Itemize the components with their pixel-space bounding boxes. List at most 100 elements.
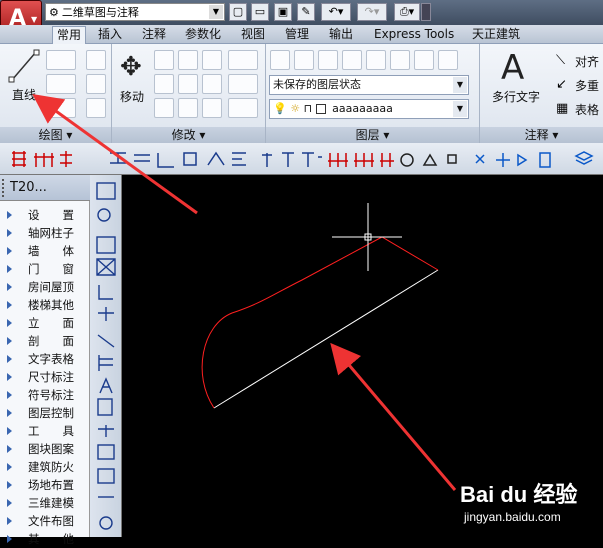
menu-item-file-layout[interactable]: 文件布图	[0, 512, 90, 530]
polyline-icon	[98, 285, 113, 300]
layer-state-dropdown[interactable]: 未保存的图层状态 ▼	[269, 75, 469, 95]
multileader-icon[interactable]: ↙	[556, 77, 567, 92]
menu-item-3d-modeling[interactable]: 三维建模	[0, 494, 90, 512]
table-icon[interactable]: ▦	[556, 101, 568, 116]
arc-icon[interactable]	[46, 98, 76, 118]
ribbon: 直线 绘图 ▾ ✥ 移动 修改 ▾ 未保存的图层状态 ▼ 💡 ☼ ⊓ aaaaa…	[0, 44, 603, 143]
menu-item-rooms-roofs[interactable]: 房间屋顶	[0, 278, 90, 296]
menu-item-stairs-other[interactable]: 楼梯其他	[0, 296, 90, 314]
tab-tianzheng[interactable]: 天正建筑	[468, 26, 524, 44]
fillet-icon[interactable]	[228, 50, 258, 70]
open-file-icon[interactable]: ▭	[251, 3, 269, 21]
pan-icon	[496, 153, 510, 167]
layer-dropdown[interactable]: 💡 ☼ ⊓ aaaaaaaaa ▼	[269, 99, 469, 119]
layer-isolate-icon[interactable]	[366, 50, 386, 70]
tab-home[interactable]: 常用	[52, 26, 87, 44]
layers-panel-label[interactable]: 图层 ▾	[266, 127, 479, 143]
quick-access-more-icon[interactable]	[421, 3, 431, 21]
undo-icon[interactable]: ↶▾	[321, 3, 351, 21]
label-icon	[282, 152, 294, 167]
rectangle-icon[interactable]	[86, 50, 106, 70]
multileader-label[interactable]: 多重	[575, 77, 599, 94]
drawing-canvas[interactable]: Bai du 经验 jingyan.baidu.com	[122, 175, 603, 537]
move-label[interactable]: 移动	[120, 88, 144, 105]
line-icon	[97, 334, 115, 348]
menu-item-symbols[interactable]: 符号标注	[0, 386, 90, 404]
chamfer-icon[interactable]	[228, 98, 258, 118]
circle-icon[interactable]	[46, 74, 76, 94]
copy-icon[interactable]	[154, 74, 174, 94]
layer-previous-icon[interactable]	[318, 50, 338, 70]
menu-item-layer-control[interactable]: 图层控制	[0, 404, 90, 422]
menu-item-other[interactable]: 其 他	[0, 530, 90, 548]
menu-item-site-layout[interactable]: 场地布置	[0, 476, 90, 494]
layer-properties-icon[interactable]	[270, 50, 290, 70]
query-icon	[475, 154, 485, 164]
region-icon[interactable]	[86, 98, 106, 118]
expand-arrow-icon	[7, 463, 12, 471]
tab-express-tools[interactable]: Express Tools	[370, 26, 458, 44]
trim-icon[interactable]	[178, 50, 198, 70]
move-icon[interactable]: ✥	[120, 52, 142, 82]
table-label[interactable]: 表格	[575, 101, 599, 118]
menu-item-doors-windows[interactable]: 门 窗	[0, 260, 90, 278]
redo-icon[interactable]: ↷▾	[357, 3, 387, 21]
roof-icon	[207, 151, 225, 166]
aligned-dimension-icon[interactable]: ⟍	[556, 53, 565, 68]
menu-item-walls[interactable]: 墙 体	[0, 242, 90, 260]
workspace-switcher[interactable]: ⚙ 二维草图与注释 ▼	[45, 3, 225, 21]
tab-insert[interactable]: 插入	[94, 26, 126, 44]
menu-item-tools[interactable]: 工 具	[0, 422, 90, 440]
text-style-icon	[99, 377, 113, 394]
draw-panel-label[interactable]: 绘图 ▾	[0, 127, 111, 143]
list-icon	[98, 355, 113, 371]
line-tool-icon[interactable]	[8, 48, 40, 84]
menu-item-text-tables[interactable]: 文字表格	[0, 350, 90, 368]
save-as-icon[interactable]: ✎	[297, 3, 315, 21]
erase-icon[interactable]	[154, 98, 174, 118]
print-icon[interactable]: ⎙▾	[394, 3, 420, 21]
menu-item-axis-columns[interactable]: 轴网柱子	[0, 224, 90, 242]
expand-arrow-icon	[7, 283, 12, 291]
line-label[interactable]: 直线	[12, 86, 36, 103]
vertical-toolbar-icons	[96, 182, 116, 530]
expand-arrow-icon	[7, 481, 12, 489]
layer-lock-icon[interactable]	[438, 50, 458, 70]
cross-box-icon	[96, 258, 116, 276]
tab-output[interactable]: 输出	[325, 26, 357, 44]
unlock-icon: ⊓	[303, 102, 313, 115]
menu-item-fire-protection[interactable]: 建筑防火	[0, 458, 90, 476]
menu-item-settings[interactable]: 设 置	[0, 206, 90, 224]
mtext-label[interactable]: 多行文字	[492, 88, 540, 105]
rotate-icon[interactable]	[154, 50, 174, 70]
align-label[interactable]: 对齐	[575, 53, 599, 70]
annotation-panel-label[interactable]: 注释 ▾	[480, 127, 603, 143]
new-file-icon[interactable]: ▢	[229, 3, 247, 21]
menu-item-elevation[interactable]: 立 面	[0, 314, 90, 332]
scale-icon[interactable]	[202, 74, 222, 94]
mtext-icon[interactable]: A	[501, 48, 524, 88]
explode-icon[interactable]	[228, 74, 258, 94]
save-icon[interactable]: ▣	[274, 3, 292, 21]
polyline-icon[interactable]	[46, 50, 76, 70]
layer-match-icon[interactable]	[342, 50, 362, 70]
layer-freeze-icon[interactable]	[390, 50, 410, 70]
tab-annotate[interactable]: 注释	[138, 26, 170, 44]
tab-manage[interactable]: 管理	[281, 26, 313, 44]
stretch-icon[interactable]	[178, 74, 198, 94]
menu-item-section[interactable]: 剖 面	[0, 332, 90, 350]
lightbulb-icon: 💡	[273, 102, 287, 115]
layer-off-icon[interactable]	[414, 50, 434, 70]
offset-icon[interactable]	[178, 98, 198, 118]
tab-view[interactable]: 视图	[237, 26, 269, 44]
layout-icon	[539, 152, 551, 168]
hatch-icon[interactable]	[86, 74, 106, 94]
menu-item-dimensions[interactable]: 尺寸标注	[0, 368, 90, 386]
layer-state-icon[interactable]	[294, 50, 314, 70]
tab-parametric[interactable]: 参数化	[181, 26, 225, 44]
expand-arrow-icon	[7, 211, 12, 219]
array-icon[interactable]	[202, 98, 222, 118]
menu-item-blocks-patterns[interactable]: 图块图案	[0, 440, 90, 458]
mirror-icon[interactable]	[202, 50, 222, 70]
modify-panel-label[interactable]: 修改 ▾	[112, 127, 265, 143]
